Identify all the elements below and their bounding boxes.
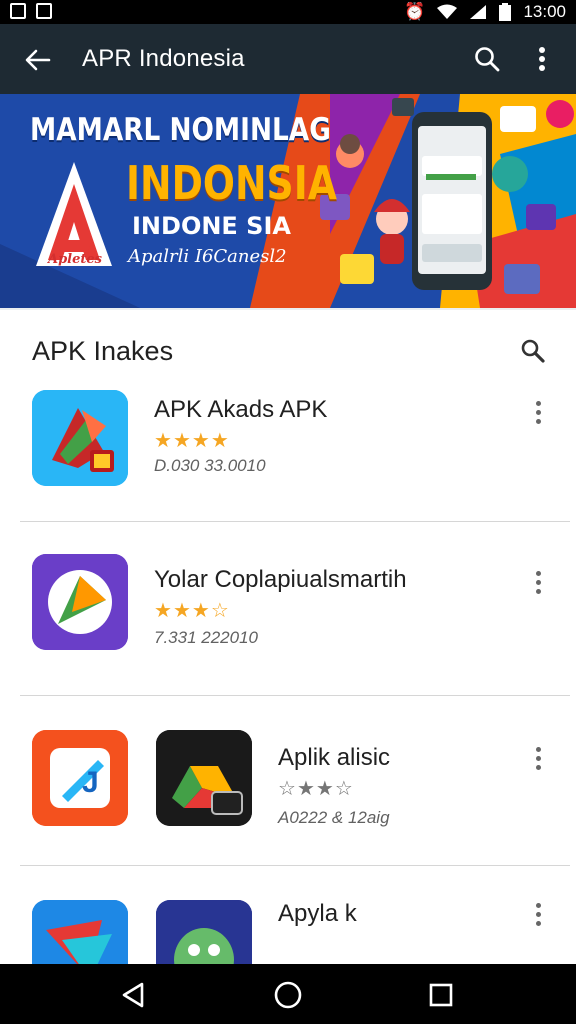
puzzle-app-icon — [32, 390, 128, 486]
android-app-icon — [156, 900, 252, 970]
star-icon: ★ — [315, 776, 334, 800]
star-icon: ★ — [191, 428, 210, 452]
back-button[interactable] — [22, 44, 54, 76]
star-icon: ☆ — [210, 598, 229, 622]
list-item[interactable]: Yolar Coplapiualsmartih ★ ★ ★ ☆ 7.331 22201… — [20, 522, 570, 696]
battery-icon — [499, 3, 512, 21]
item-more-button[interactable] — [528, 898, 548, 930]
play-arrow-app-icon — [32, 554, 128, 650]
list-item[interactable]: J Aplik alisic ☆ ★ ★ ☆ A0222 & 12aig — [20, 696, 570, 866]
app-name: APK Akads APK — [154, 396, 328, 423]
section-search-button[interactable] — [520, 338, 548, 366]
app-list-card: APK Inakes APK Akads APK ★ ★ ★ ★ D.030 33.0… — [0, 310, 576, 970]
triangle-back-icon — [122, 982, 144, 1008]
app-meta: A0222 & 12aig — [278, 808, 390, 827]
search-button[interactable] — [470, 42, 504, 76]
app-meta: 7.331 222010 — [154, 628, 258, 647]
app-icon — [32, 900, 128, 970]
app-name: Aplik alisic — [278, 744, 391, 771]
app-icon — [156, 900, 252, 970]
list-item[interactable]: Apyla k — [20, 866, 570, 970]
shape-app-icon — [32, 900, 128, 970]
circle-home-icon — [274, 981, 302, 1009]
signal-icon — [470, 5, 487, 19]
banner-tagline: Apalrli I6Canesl2 — [128, 246, 287, 267]
star-icon: ★ — [296, 776, 315, 800]
banner-subtitle: INDONE SIA — [132, 212, 291, 240]
star-icon: ★ — [210, 428, 229, 452]
nav-back-button[interactable] — [116, 978, 150, 1012]
search-icon — [521, 339, 545, 363]
star-icon: ★ — [172, 428, 191, 452]
rating-stars: ★ ★ ★ ☆ — [154, 598, 229, 622]
app-bar-title: APR Indonesia — [82, 45, 245, 72]
app-icon — [156, 730, 252, 826]
rating-stars: ☆ ★ ★ ☆ — [278, 776, 353, 800]
alarm-icon: ⏰ — [404, 2, 426, 21]
status-bar: ⏰ 13:00 — [0, 0, 576, 24]
banner-big-text: INDONSIA — [126, 156, 337, 210]
drive-app-icon — [156, 730, 252, 826]
star-icon: ★ — [172, 598, 191, 622]
star-icon: ☆ — [334, 776, 353, 800]
item-more-button[interactable] — [528, 742, 548, 774]
section-title: APK Inakes — [32, 336, 174, 366]
app-name: Yolar Coplapiualsmartih — [154, 566, 407, 593]
rating-stars: ★ ★ ★ ★ — [154, 428, 229, 452]
banner-headline: MAMARL NOMINLAG — [30, 112, 331, 148]
app-icon: J — [32, 730, 128, 826]
item-more-button[interactable] — [528, 566, 548, 598]
star-icon: ★ — [154, 428, 172, 452]
wifi-icon — [437, 4, 458, 19]
nav-home-button[interactable] — [271, 978, 305, 1012]
status-time: 13:00 — [523, 2, 566, 21]
app-name: Apyla k — [278, 900, 357, 927]
app-icon — [32, 554, 128, 650]
notification-icon — [10, 3, 26, 19]
svg-text:J: J — [82, 766, 99, 799]
image-notification-icon — [36, 3, 52, 19]
nav-recents-button[interactable] — [424, 978, 458, 1012]
search-icon — [475, 47, 500, 72]
arrow-back-icon — [25, 49, 51, 71]
star-icon: ☆ — [278, 776, 296, 800]
app-bar: APR Indonesia — [0, 24, 576, 94]
system-nav-bar — [0, 964, 576, 1024]
more-vert-icon — [539, 47, 545, 71]
app-icon — [32, 390, 128, 486]
j-app-icon: J — [32, 730, 128, 826]
more-options-button[interactable] — [528, 42, 556, 76]
logo-text: Apletes — [48, 252, 102, 267]
star-icon: ★ — [154, 598, 172, 622]
list-item[interactable]: APK Akads APK ★ ★ ★ ★ D.030 33.0010 — [20, 388, 570, 522]
star-icon: ★ — [191, 598, 210, 622]
promo-banner[interactable]: MAMARL NOMINLAG INDONSIA INDONE SIA Apal… — [0, 94, 576, 308]
app-meta: D.030 33.0010 — [154, 456, 266, 475]
square-recents-icon — [429, 983, 453, 1007]
item-more-button[interactable] — [528, 396, 548, 428]
